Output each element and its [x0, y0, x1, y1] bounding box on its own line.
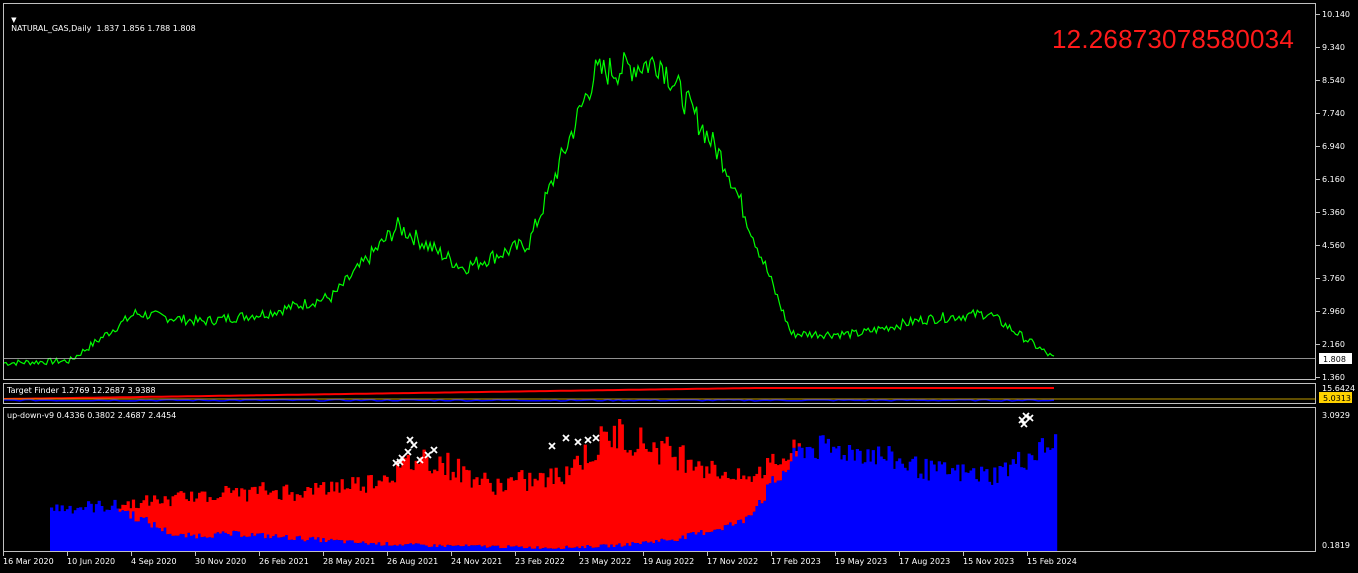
price-tick-label: 3.760	[1322, 274, 1345, 283]
time-tickmark	[451, 552, 452, 556]
time-tickmark	[963, 552, 964, 556]
price-tick-label: 5.360	[1322, 208, 1345, 217]
price-tick-label: 8.540	[1322, 76, 1345, 85]
ud-axis-bottom: 0.1819	[1322, 541, 1350, 550]
price-tickmark	[1316, 278, 1320, 279]
time-tick-label: 17 Feb 2023	[771, 557, 821, 566]
time-tick-label: 23 Feb 2022	[515, 557, 565, 566]
signal-marker	[574, 438, 582, 446]
signal-marker	[404, 448, 412, 456]
price-tickmark	[1316, 377, 1320, 378]
time-tickmark	[1027, 552, 1028, 556]
time-tick-label: 26 Aug 2021	[387, 557, 439, 566]
target-finder-line	[3, 387, 1054, 400]
time-tick-label: 10 Jun 2020	[67, 557, 116, 566]
time-tickmark	[323, 552, 324, 556]
time-tick-label: 24 Nov 2021	[451, 557, 503, 566]
price-tickmark	[1316, 311, 1320, 312]
time-tick-label: 30 Nov 2020	[195, 557, 247, 566]
signal-marker	[584, 436, 592, 444]
time-tickmark	[707, 552, 708, 556]
down-bar	[792, 439, 796, 448]
time-tickmark	[131, 552, 132, 556]
signal-marker	[562, 434, 570, 442]
up-down-label: up-down-v9 0.4336 0.3802 2.4687 2.4454	[7, 411, 177, 420]
time-tickmark	[67, 552, 68, 556]
time-tickmark	[771, 552, 772, 556]
price-tick-label: 7.740	[1322, 109, 1345, 118]
current-price-tag: 1.808	[1319, 353, 1352, 364]
target-finder-baseline	[3, 398, 1055, 402]
time-tickmark	[259, 552, 260, 556]
price-tick-label: 2.160	[1322, 340, 1345, 349]
time-tick-label: 15 Nov 2023	[963, 557, 1015, 566]
dropdown-icon[interactable]: ▼	[11, 16, 16, 24]
down-bar	[797, 443, 801, 447]
time-tick-label: 17 Nov 2022	[707, 557, 759, 566]
symbol-info: NATURAL_GAS,Daily 1.837 1.856 1.788 1.80…	[11, 24, 196, 33]
price-tick-label: 9.340	[1322, 43, 1345, 52]
time-tickmark	[515, 552, 516, 556]
price-tick-label: 10.140	[1322, 10, 1350, 19]
price-tickmark	[1316, 179, 1320, 180]
target-finder-label: Target Finder 1.2769 12.2687 3.9388	[7, 386, 156, 395]
signal-marker	[592, 434, 600, 442]
time-tick-label: 28 May 2021	[323, 557, 376, 566]
symbol-header[interactable]: ▼ NATURAL_GAS,Daily 1.837 1.856 1.788 1.…	[6, 6, 196, 33]
price-tickmark	[1316, 245, 1320, 246]
time-tick-label: 19 Aug 2022	[643, 557, 695, 566]
time-tick-label: 23 May 2022	[579, 557, 632, 566]
time-tick-label: 26 Feb 2021	[259, 557, 309, 566]
price-tick-label: 2.960	[1322, 307, 1345, 316]
target-value-readout: 12.26873078580034	[1052, 24, 1294, 54]
time-tickmark	[899, 552, 900, 556]
time-tickmark	[835, 552, 836, 556]
up-bar	[1054, 434, 1058, 551]
price-tickmark	[1316, 80, 1320, 81]
chart-canvas	[3, 52, 1316, 551]
price-tickmark	[1316, 146, 1320, 147]
time-tickmark	[387, 552, 388, 556]
ud-axis-top: 3.0929	[1322, 411, 1350, 420]
time-tick-label: 15 Feb 2024	[1027, 557, 1077, 566]
price-series-line	[3, 52, 1055, 367]
signal-marker	[548, 442, 556, 450]
price-tick-label: 1.360	[1322, 373, 1345, 382]
price-tickmark	[1316, 113, 1320, 114]
time-tick-label: 4 Sep 2020	[131, 557, 177, 566]
signal-marker	[430, 446, 438, 454]
time-tick-label: 19 May 2023	[835, 557, 888, 566]
time-tick-label: 16 Mar 2020	[3, 557, 54, 566]
signal-marker	[406, 436, 414, 444]
price-tick-label: 6.160	[1322, 175, 1345, 184]
time-tickmark	[3, 552, 4, 556]
tf-axis-tag: 5.0313	[1319, 392, 1352, 403]
time-tickmark	[195, 552, 196, 556]
price-tick-label: 6.940	[1322, 142, 1345, 151]
price-tickmark	[1316, 14, 1320, 15]
price-tickmark	[1316, 344, 1320, 345]
price-tickmark	[1316, 47, 1320, 48]
time-tickmark	[643, 552, 644, 556]
time-tick-label: 17 Aug 2023	[899, 557, 951, 566]
price-tickmark	[1316, 212, 1320, 213]
price-tick-label: 4.560	[1322, 241, 1345, 250]
time-tickmark	[579, 552, 580, 556]
